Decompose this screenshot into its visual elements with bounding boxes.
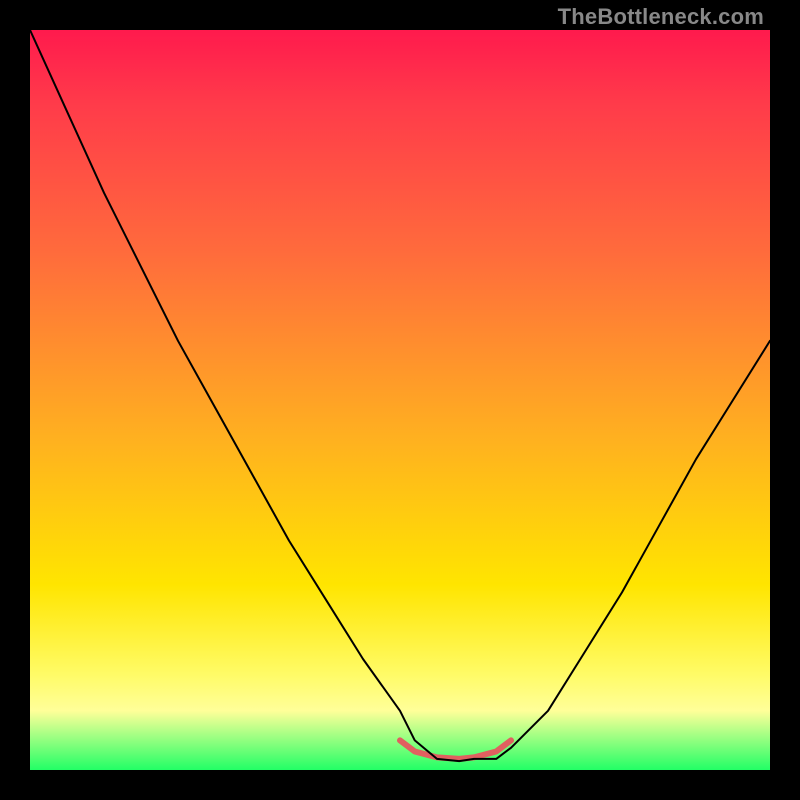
- plot-gradient: [30, 30, 770, 770]
- stage: TheBottleneck.com: [0, 0, 800, 800]
- source-watermark: TheBottleneck.com: [558, 4, 764, 30]
